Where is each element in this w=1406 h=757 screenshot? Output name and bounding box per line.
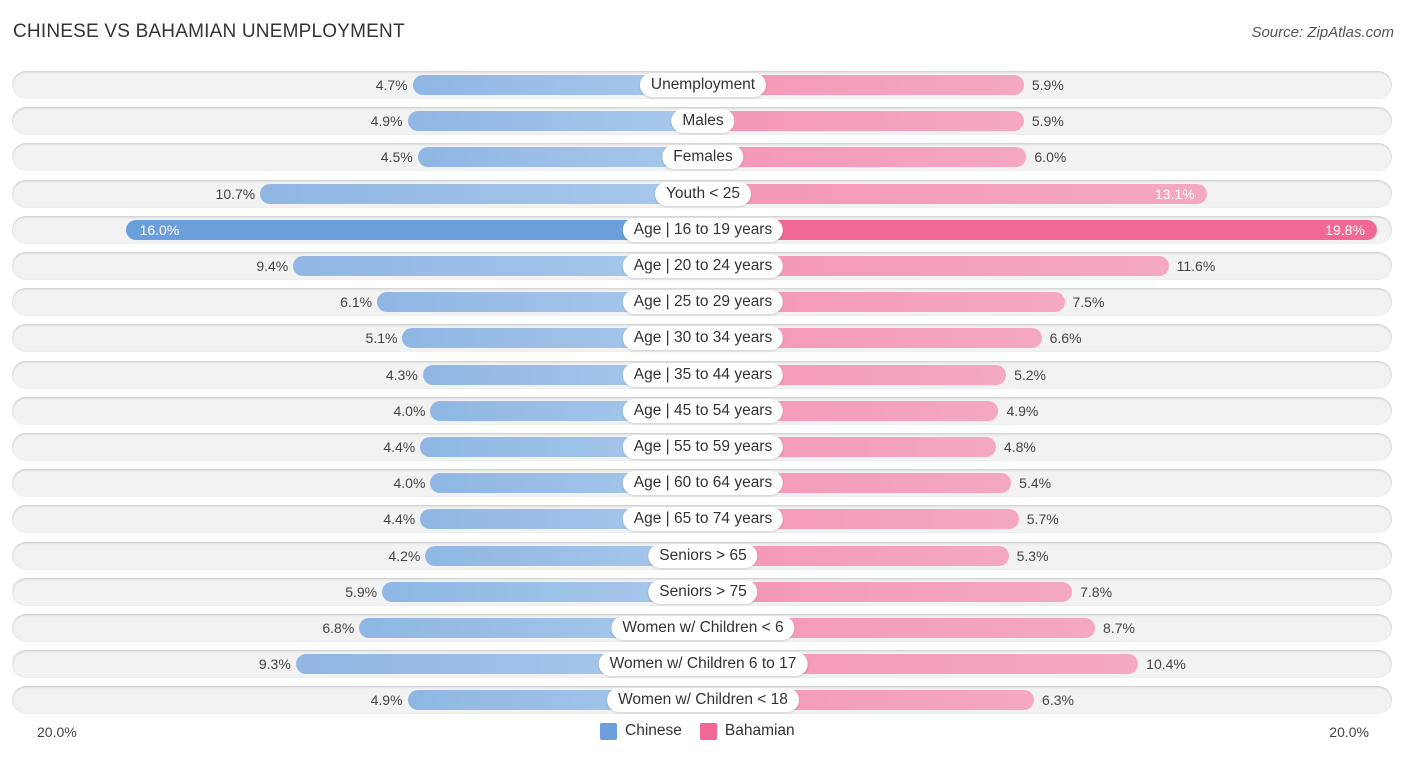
value-label-chinese: 6.8% [322,620,355,636]
bar-chinese[interactable] [417,147,703,168]
legend: Chinese Bahamian [600,722,813,740]
bar-bahamian[interactable] [703,219,1377,240]
category-label: Seniors > 75 [648,579,758,604]
legend-label-chinese: Chinese [625,722,682,739]
value-label-chinese: 4.9% [370,692,403,709]
category-label: Age | 25 to 29 years [622,290,784,315]
value-label-bahamian: 7.8% [1080,583,1113,600]
category-label: Age | 45 to 54 years [622,398,784,423]
value-label-bahamian: 19.8% [1325,221,1365,238]
value-label-bahamian: 6.0% [1034,149,1067,166]
value-label-bahamian: 5.2% [1014,366,1046,383]
value-label-bahamian: 5.3% [1016,547,1049,564]
value-label-chinese: 4.5% [380,149,413,166]
legend-item-bahamian[interactable]: Bahamian [699,722,795,740]
bar-bahamian[interactable] [703,147,1027,168]
value-label-chinese: 5.9% [345,583,378,600]
category-label: Age | 60 to 64 years [622,471,784,496]
value-label-bahamian: 6.3% [1042,692,1074,709]
category-label: Age | 65 to 74 years [622,507,784,532]
value-label-chinese: 4.9% [370,113,403,130]
legend-swatch-chinese [600,722,617,740]
value-label-chinese: 9.4% [256,258,289,274]
axis-label-left: 20.0% [37,724,77,740]
value-label-chinese: 4.4% [383,511,416,528]
category-label: Age | 55 to 59 years [622,435,784,459]
chart-rows: 4.7% 5.9% Unemployment 4.9% 5.9% Males 4.5% 6.0… [0,0,1406,757]
value-label-bahamian: 6.6% [1049,330,1082,347]
category-label: Women w/ Children < 18 [607,688,799,713]
value-label-bahamian: 4.8% [1003,439,1036,455]
axis-label-right: 20.0% [1329,724,1369,740]
category-label: Seniors > 65 [648,543,758,568]
legend-item-chinese[interactable]: Chinese [600,722,682,740]
category-label: Age | 16 to 19 years [622,217,784,242]
value-label-bahamian: 8.7% [1102,620,1135,636]
category-label: Unemployment [639,73,767,97]
bar-chinese[interactable] [125,219,703,240]
value-label-bahamian: 5.9% [1031,113,1064,130]
category-label: Females [662,145,744,170]
value-label-chinese: 9.3% [258,656,291,673]
value-label-chinese: 4.4% [383,439,416,455]
value-label-bahamian: 4.9% [1006,402,1039,419]
value-label-chinese: 4.0% [393,402,426,419]
value-label-chinese: 5.1% [365,330,398,347]
bar-bahamian[interactable] [703,183,1207,204]
category-label: Males [671,109,735,134]
category-label: Women w/ Children < 6 [611,616,795,640]
bar-chinese[interactable] [260,183,703,204]
bar-bahamian[interactable] [703,111,1024,132]
value-label-chinese: 4.2% [388,547,421,564]
value-label-chinese: 4.7% [375,77,408,93]
legend-swatch-bahamian [699,722,717,740]
value-label-bahamian: 5.7% [1026,511,1059,528]
value-label-chinese: 10.7% [215,185,256,202]
category-label: Age | 35 to 44 years [622,362,784,387]
value-label-chinese: 4.3% [385,366,418,383]
value-label-bahamian: 5.4% [1019,475,1052,492]
value-label-chinese: 16.0% [139,221,180,238]
bar-chinese[interactable] [407,111,703,132]
value-label-chinese: 4.0% [393,475,426,492]
category-label: Age | 20 to 24 years [622,254,784,278]
value-label-chinese: 6.1% [340,294,373,311]
value-label-bahamian: 7.5% [1072,294,1105,311]
value-label-bahamian: 11.6% [1176,258,1216,274]
category-label: Women w/ Children 6 to 17 [598,652,808,677]
value-label-bahamian: 10.4% [1146,656,1186,673]
bar-bahamian[interactable] [703,581,1073,602]
value-label-bahamian: 5.9% [1031,77,1064,93]
category-label: Youth < 25 [655,181,751,206]
legend-label-bahamian: Bahamian [724,722,795,739]
category-label: Age | 30 to 34 years [622,326,784,351]
value-label-bahamian: 13.1% [1155,185,1195,202]
